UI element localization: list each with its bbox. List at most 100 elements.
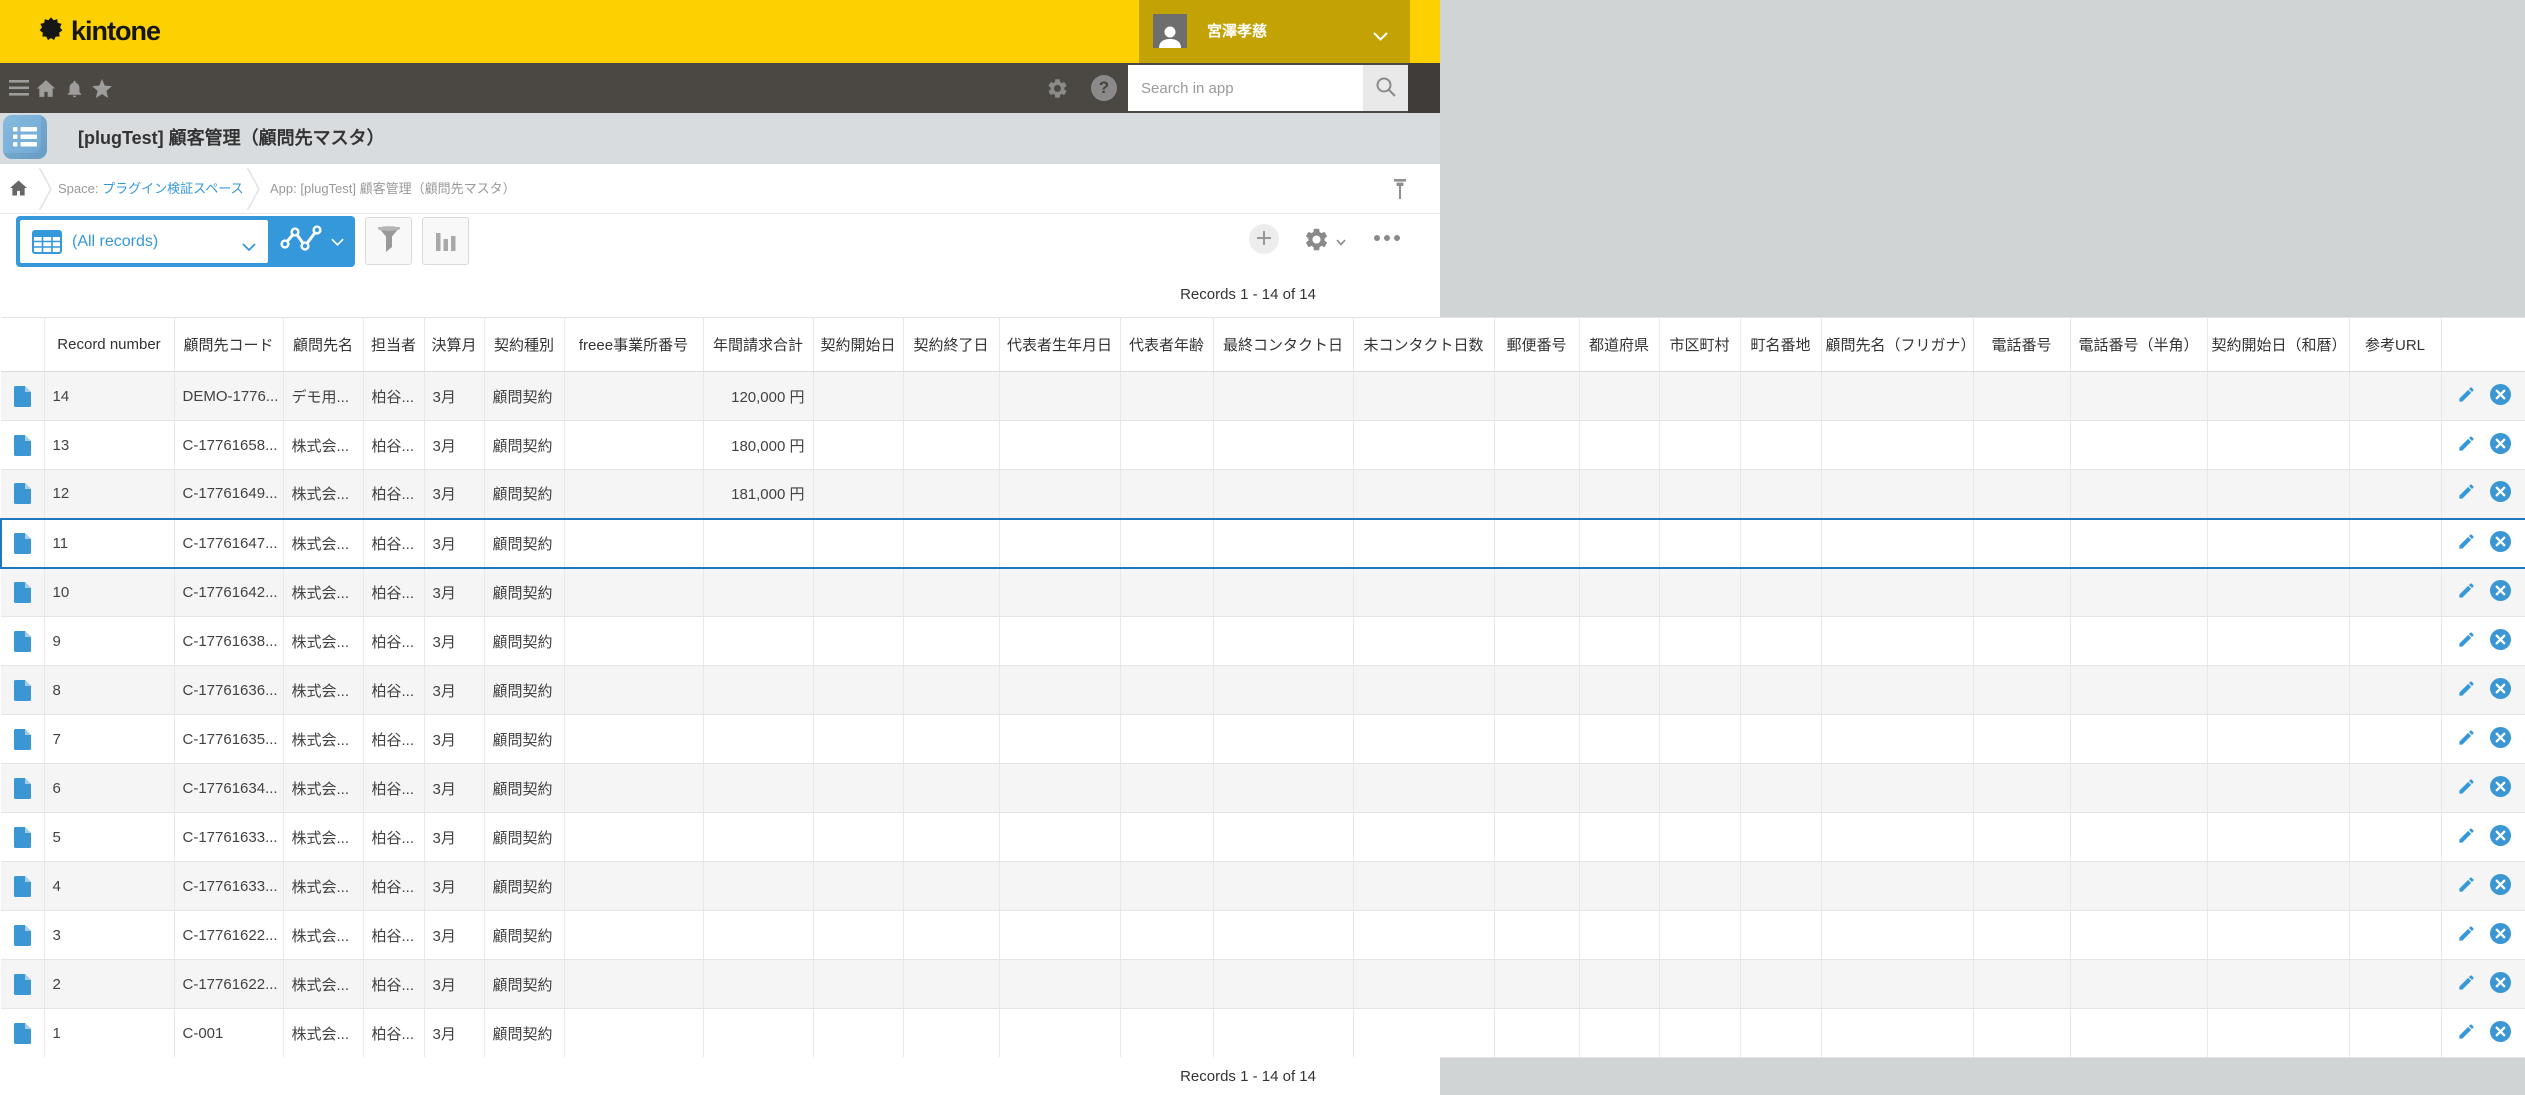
record-icon-cell[interactable] [1, 813, 44, 862]
column-header-freee_office_no[interactable]: freee事業所番号 [564, 318, 703, 372]
record-icon-cell[interactable] [1, 764, 44, 813]
edit-record-button[interactable] [2457, 385, 2476, 408]
notifications-bell-icon[interactable] [61, 63, 87, 113]
record-icon-cell[interactable] [1, 519, 44, 568]
breadcrumb-space-link[interactable]: プラグイン検証スペース [102, 181, 243, 196]
breadcrumb-home-icon[interactable] [10, 180, 27, 201]
table-row[interactable]: 7C-17761635...株式会...柏谷...3月顧問契約 [1, 715, 2525, 764]
edit-record-button[interactable] [2457, 434, 2476, 457]
column-header-rep_age[interactable]: 代表者年齢 [1120, 318, 1213, 372]
record-icon-cell[interactable] [1, 421, 44, 470]
record-icon-cell[interactable] [1, 911, 44, 960]
delete-record-button[interactable] [2490, 776, 2511, 801]
column-header-last_contact[interactable]: 最終コンタクト日 [1213, 318, 1353, 372]
column-header-reference_url[interactable]: 参考URL [2349, 318, 2441, 372]
column-header-rep_birthday[interactable]: 代表者生年月日 [999, 318, 1120, 372]
column-header-phone[interactable]: 電話番号 [1973, 318, 2070, 372]
record-icon-cell[interactable] [1, 1009, 44, 1058]
column-header-phone_hankaku[interactable]: 電話番号（半角） [2070, 318, 2207, 372]
column-header-contract_end[interactable]: 契約終了日 [903, 318, 999, 372]
delete-record-button[interactable] [2490, 972, 2511, 997]
record-icon-cell[interactable] [1, 666, 44, 715]
edit-record-button[interactable] [2457, 875, 2476, 898]
column-header-postal_code[interactable]: 郵便番号 [1494, 318, 1579, 372]
table-row[interactable]: 13C-17761658...株式会...柏谷...3月顧問契約180,000 … [1, 421, 2525, 470]
record-icon-cell[interactable] [1, 568, 44, 617]
delete-record-button[interactable] [2490, 874, 2511, 899]
table-row[interactable]: 2C-17761622...株式会...柏谷...3月顧問契約 [1, 960, 2525, 1009]
edit-record-button[interactable] [2457, 532, 2476, 555]
table-row[interactable]: 8C-17761636...株式会...柏谷...3月顧問契約 [1, 666, 2525, 715]
delete-record-button[interactable] [2490, 384, 2511, 409]
table-row[interactable]: 5C-17761633...株式会...柏谷...3月顧問契約 [1, 813, 2525, 862]
delete-record-button[interactable] [2490, 433, 2511, 458]
view-selector[interactable]: (All records) [16, 216, 355, 267]
pin-icon[interactable] [1392, 178, 1408, 206]
favorites-star-icon[interactable] [88, 63, 116, 113]
search-button[interactable] [1363, 65, 1408, 111]
delete-record-button[interactable] [2490, 531, 2511, 556]
record-icon-cell[interactable] [1, 470, 44, 519]
app-icon[interactable] [3, 115, 47, 159]
column-header-name[interactable]: 顧問先名 [283, 318, 363, 372]
table-row[interactable]: 4C-17761633...株式会...柏谷...3月顧問契約 [1, 862, 2525, 911]
column-header-fiscal_month[interactable]: 決算月 [424, 318, 484, 372]
column-header-prefecture[interactable]: 都道府県 [1579, 318, 1659, 372]
menu-icon[interactable] [6, 63, 32, 113]
settings-gear-icon[interactable] [1043, 63, 1071, 113]
chart-button[interactable] [422, 217, 469, 265]
edit-record-button[interactable] [2457, 630, 2476, 653]
record-icon-cell[interactable] [1, 862, 44, 911]
table-row[interactable]: 12C-17761649...株式会...柏谷...3月顧問契約181,000 … [1, 470, 2525, 519]
edit-record-button[interactable] [2457, 924, 2476, 947]
table-row[interactable]: 1C-001株式会...柏谷...3月顧問契約 [1, 1009, 2525, 1058]
column-header-contract_start_wareki[interactable]: 契約開始日（和暦） [2207, 318, 2349, 372]
record-icon-cell[interactable] [1, 617, 44, 666]
edit-record-button[interactable] [2457, 679, 2476, 702]
view-settings-button[interactable] [1303, 226, 1346, 258]
delete-record-button[interactable] [2490, 923, 2511, 948]
delete-record-button[interactable] [2490, 825, 2511, 850]
column-header-contract_start[interactable]: 契約開始日 [813, 318, 903, 372]
delete-record-button[interactable] [2490, 678, 2511, 703]
table-row[interactable]: 6C-17761634...株式会...柏谷...3月顧問契約 [1, 764, 2525, 813]
more-options-button[interactable] [1374, 235, 1400, 241]
delete-record-button[interactable] [2490, 629, 2511, 654]
graph-menu-button[interactable] [268, 216, 355, 267]
table-row[interactable]: 14DEMO-1776...デモ用...柏谷...3月顧問契約120,000 円 [1, 372, 2525, 421]
edit-record-button[interactable] [2457, 1022, 2476, 1045]
add-record-button[interactable] [1249, 224, 1279, 254]
edit-record-button[interactable] [2457, 826, 2476, 849]
column-header-address[interactable]: 町名番地 [1740, 318, 1821, 372]
column-header-annual_total[interactable]: 年間請求合計 [703, 318, 813, 372]
view-select-dropdown[interactable]: (All records) [20, 220, 268, 263]
edit-record-button[interactable] [2457, 581, 2476, 604]
column-header-name_kana[interactable]: 顧問先名（フリガナ） [1821, 318, 1973, 372]
column-header-record_number[interactable]: Record number [44, 318, 174, 372]
column-header-city[interactable]: 市区町村 [1659, 318, 1740, 372]
table-row[interactable]: 9C-17761638...株式会...柏谷...3月顧問契約 [1, 617, 2525, 666]
table-row[interactable]: 3C-17761622...株式会...柏谷...3月顧問契約 [1, 911, 2525, 960]
column-header-days_since_contact[interactable]: 未コンタクト日数 [1353, 318, 1494, 372]
search-input[interactable] [1128, 65, 1363, 111]
column-header-rep[interactable]: 担当者 [363, 318, 424, 372]
delete-record-button[interactable] [2490, 481, 2511, 506]
table-row[interactable]: 10C-17761642...株式会...柏谷...3月顧問契約 [1, 568, 2525, 617]
record-icon-cell[interactable] [1, 372, 44, 421]
column-header-contract_type[interactable]: 契約種別 [484, 318, 564, 372]
delete-record-button[interactable] [2490, 1021, 2511, 1046]
edit-record-button[interactable] [2457, 973, 2476, 996]
kintone-logo[interactable]: kintone [36, 0, 160, 63]
record-icon-cell[interactable] [1, 715, 44, 764]
filter-button[interactable] [365, 217, 412, 265]
help-icon[interactable]: ? [1090, 63, 1118, 113]
home-icon[interactable] [32, 63, 60, 113]
edit-record-button[interactable] [2457, 777, 2476, 800]
edit-record-button[interactable] [2457, 482, 2476, 505]
table-row[interactable]: 11C-17761647...株式会...柏谷...3月顧問契約 [1, 519, 2525, 568]
delete-record-button[interactable] [2490, 580, 2511, 605]
record-icon-cell[interactable] [1, 960, 44, 1009]
delete-record-button[interactable] [2490, 727, 2511, 752]
column-header-code[interactable]: 顧問先コード [174, 318, 283, 372]
edit-record-button[interactable] [2457, 728, 2476, 751]
